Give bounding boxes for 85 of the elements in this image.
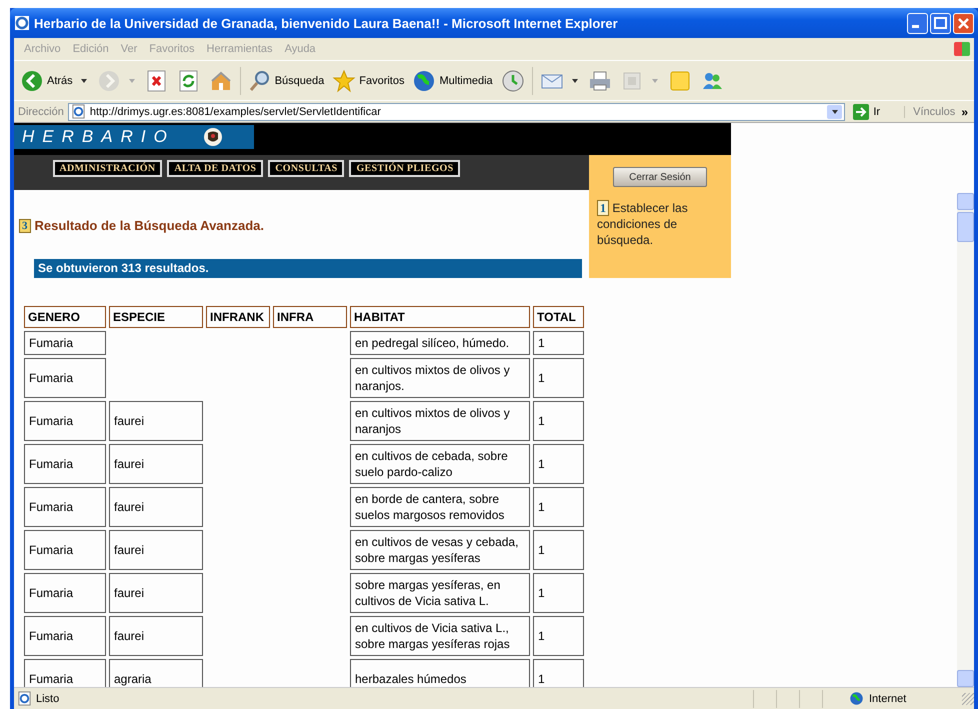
result-count-bar: Se obtuvieron 313 resultados. — [34, 259, 582, 278]
table-cell: Fumaria — [24, 487, 106, 527]
logout-button[interactable]: Cerrar Sesión — [613, 167, 707, 187]
nav-link[interactable]: ALTA DE DATOS — [167, 160, 264, 177]
clock-icon — [500, 68, 525, 92]
back-icon — [20, 68, 44, 92]
toolbar-button[interactable]: Atrás — [16, 64, 93, 96]
toolbar-button[interactable]: Favoritos — [328, 64, 408, 96]
table-cell: faurei — [109, 401, 203, 441]
table-cell: Fumaria — [24, 358, 106, 398]
table-cell: faurei — [109, 444, 203, 484]
resize-grip-icon — [962, 692, 974, 704]
toolbar-button[interactable]: Multimedia — [408, 64, 497, 96]
table-cell: Fumaria — [24, 331, 106, 355]
table-cell: en cultivos de Vicia sativa L., sobre margas yesíferas rojas — [350, 616, 530, 656]
table-cell: Fumaria — [24, 616, 106, 656]
table-cell: en pedregal silíceo, húmedo. — [350, 331, 530, 355]
table-cell: 1 — [533, 358, 584, 398]
address-label: Dirección — [18, 106, 64, 118]
column-header: GENERO — [24, 306, 106, 328]
logo-text: HERBARIO — [22, 127, 175, 147]
maximize-button[interactable] — [930, 12, 951, 34]
table-cell: faurei — [109, 573, 203, 613]
forward-icon — [96, 68, 121, 92]
globe-icon — [412, 68, 436, 92]
url-text: http://drimys.ugr.es:8081/examples/servlet/ServletIdentificar — [90, 106, 382, 118]
column-header: HABITAT — [350, 306, 530, 328]
table-cell: Fumaria — [24, 444, 106, 484]
table-cell: en cultivos mixtos de olivos y naranjos. — [350, 358, 530, 398]
table-cell: 1 — [533, 401, 584, 441]
table-cell: faurei — [109, 616, 203, 656]
page-icon — [70, 104, 86, 119]
search-icon — [248, 68, 272, 92]
scrollbar[interactable] — [957, 193, 974, 687]
minimize-button[interactable] — [907, 12, 928, 34]
nav-link[interactable]: ADMINISTRACIÓN — [52, 160, 162, 177]
toolbar-button[interactable]: Búsqueda — [244, 64, 328, 96]
column-header: INFRANK — [206, 306, 270, 328]
table-cell: 1 — [533, 487, 584, 527]
column-header: ESPECIE — [109, 306, 203, 328]
more-button[interactable]: » — [959, 104, 970, 118]
address-field[interactable]: http://drimys.ugr.es:8081/examples/servlet/ServletIdentificar — [68, 102, 846, 120]
step-text: 1 Establecer las condiciones de búsqueda. — [597, 200, 689, 248]
caret-icon — [832, 110, 838, 114]
step-number: 3 — [19, 218, 30, 232]
dropdown-button[interactable] — [827, 104, 842, 118]
table-cell: 1 — [533, 331, 584, 355]
close-button[interactable] — [953, 12, 974, 34]
window-title: Herbario de la Universidad de Granada, bienvenido Laura Baena!! - Microsoft Internet Explorer — [34, 16, 619, 30]
table-cell: en cultivos de cebada, sobre suelo pardo-calizo — [350, 444, 530, 484]
caret-icon — [128, 78, 135, 82]
nav-link[interactable]: GESTIÓN PLIEGOS — [349, 160, 460, 177]
nav-link[interactable]: CONSULTAS — [268, 160, 344, 177]
table-cell: faurei — [109, 530, 203, 570]
table-cell: Fumaria — [24, 573, 106, 613]
star-icon — [332, 68, 356, 92]
status-text: Listo — [36, 692, 60, 704]
table-cell: 1 — [533, 616, 584, 656]
page-heading: Resultado de la Búsqueda Avanzada. — [34, 218, 264, 233]
table-cell: en cultivos de vesas y cebada, sobre margas yesíferas — [350, 530, 530, 570]
arrow-icon — [853, 104, 870, 120]
links-label: Vínculos — [904, 106, 956, 118]
column-header: INFRA — [273, 306, 347, 328]
table-cell: 1 — [533, 530, 584, 570]
table-cell: 1 — [533, 444, 584, 484]
column-header: TOTAL — [533, 306, 584, 328]
caret-icon — [652, 78, 658, 82]
scroll-thumb[interactable] — [957, 212, 974, 242]
browser-icon — [14, 15, 30, 31]
table-cell: Fumaria — [24, 530, 106, 570]
globe-icon — [849, 691, 864, 706]
table-cell: faurei — [109, 487, 203, 527]
page-icon — [17, 691, 32, 706]
table-cell: en cultivos mixtos de olivos y naranjos — [350, 401, 530, 441]
zone-text: Internet — [869, 692, 906, 704]
printer-icon — [588, 68, 612, 92]
caret-icon — [572, 78, 578, 82]
table-cell: sobre margas yesíferas, en cultivos de Vicia sativa L. — [350, 573, 530, 613]
caret-icon — [80, 78, 87, 82]
table-cell: 1 — [533, 573, 584, 613]
table-cell: en borde de cantera, sobre suelos margosos removidos — [350, 487, 530, 527]
crest-icon — [202, 127, 223, 147]
note-icon — [668, 68, 692, 92]
table-cell: Fumaria — [24, 401, 106, 441]
go-button[interactable]: Ir — [849, 104, 900, 120]
